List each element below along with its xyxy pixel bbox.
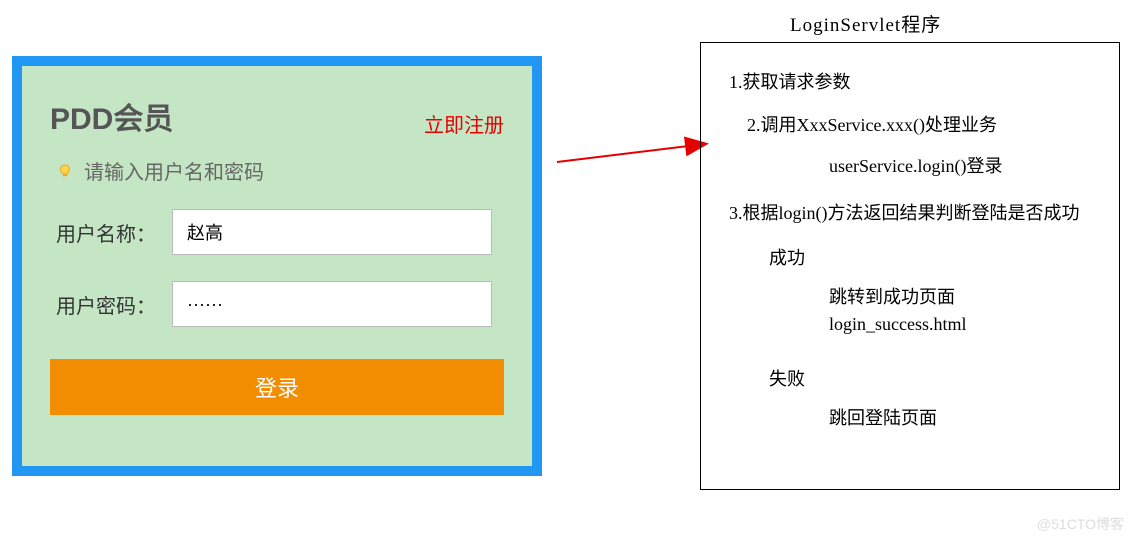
- watermark: @51CTO博客: [1037, 514, 1124, 534]
- servlet-box: 1.获取请求参数 2.调用XxxService.xxx()处理业务 userSe…: [700, 42, 1120, 490]
- step-3: 3.根据login()方法返回结果判断登陆是否成功: [729, 200, 1101, 227]
- password-row: 用户密码：: [50, 281, 504, 327]
- username-label: 用户名称：: [50, 218, 160, 247]
- flow-arrow-icon: [555, 130, 715, 170]
- login-button[interactable]: 登录: [50, 359, 504, 415]
- step-1: 1.获取请求参数: [729, 69, 1101, 96]
- branch-fail-action: 跳回登陆页面: [729, 405, 1101, 432]
- panel-header: PDD会员 立即注册: [50, 94, 504, 138]
- branch-success-action-1: 跳转到成功页面: [729, 284, 1101, 311]
- hint-row: 请输入用户名和密码: [50, 156, 504, 185]
- branch-success-action-2: login_success.html: [729, 311, 1101, 338]
- password-label: 用户密码：: [50, 290, 160, 319]
- register-link[interactable]: 立即注册: [424, 109, 504, 138]
- login-panel: PDD会员 立即注册 请输入用户名和密码 用户名称： 用户密码： 登录: [12, 56, 542, 476]
- password-input[interactable]: [172, 281, 492, 327]
- branch-success-label: 成功: [729, 245, 1101, 272]
- lightbulb-icon: [56, 162, 74, 180]
- username-input[interactable]: [172, 209, 492, 255]
- username-row: 用户名称：: [50, 209, 504, 255]
- hint-text: 请输入用户名和密码: [84, 156, 264, 185]
- branch-fail-label: 失败: [729, 366, 1101, 393]
- step-2-detail: userService.login()登录: [729, 153, 1101, 180]
- servlet-title: LoginServlet程序: [790, 10, 941, 37]
- panel-title: PDD会员: [50, 94, 173, 138]
- step-2: 2.调用XxxService.xxx()处理业务: [729, 112, 1101, 139]
